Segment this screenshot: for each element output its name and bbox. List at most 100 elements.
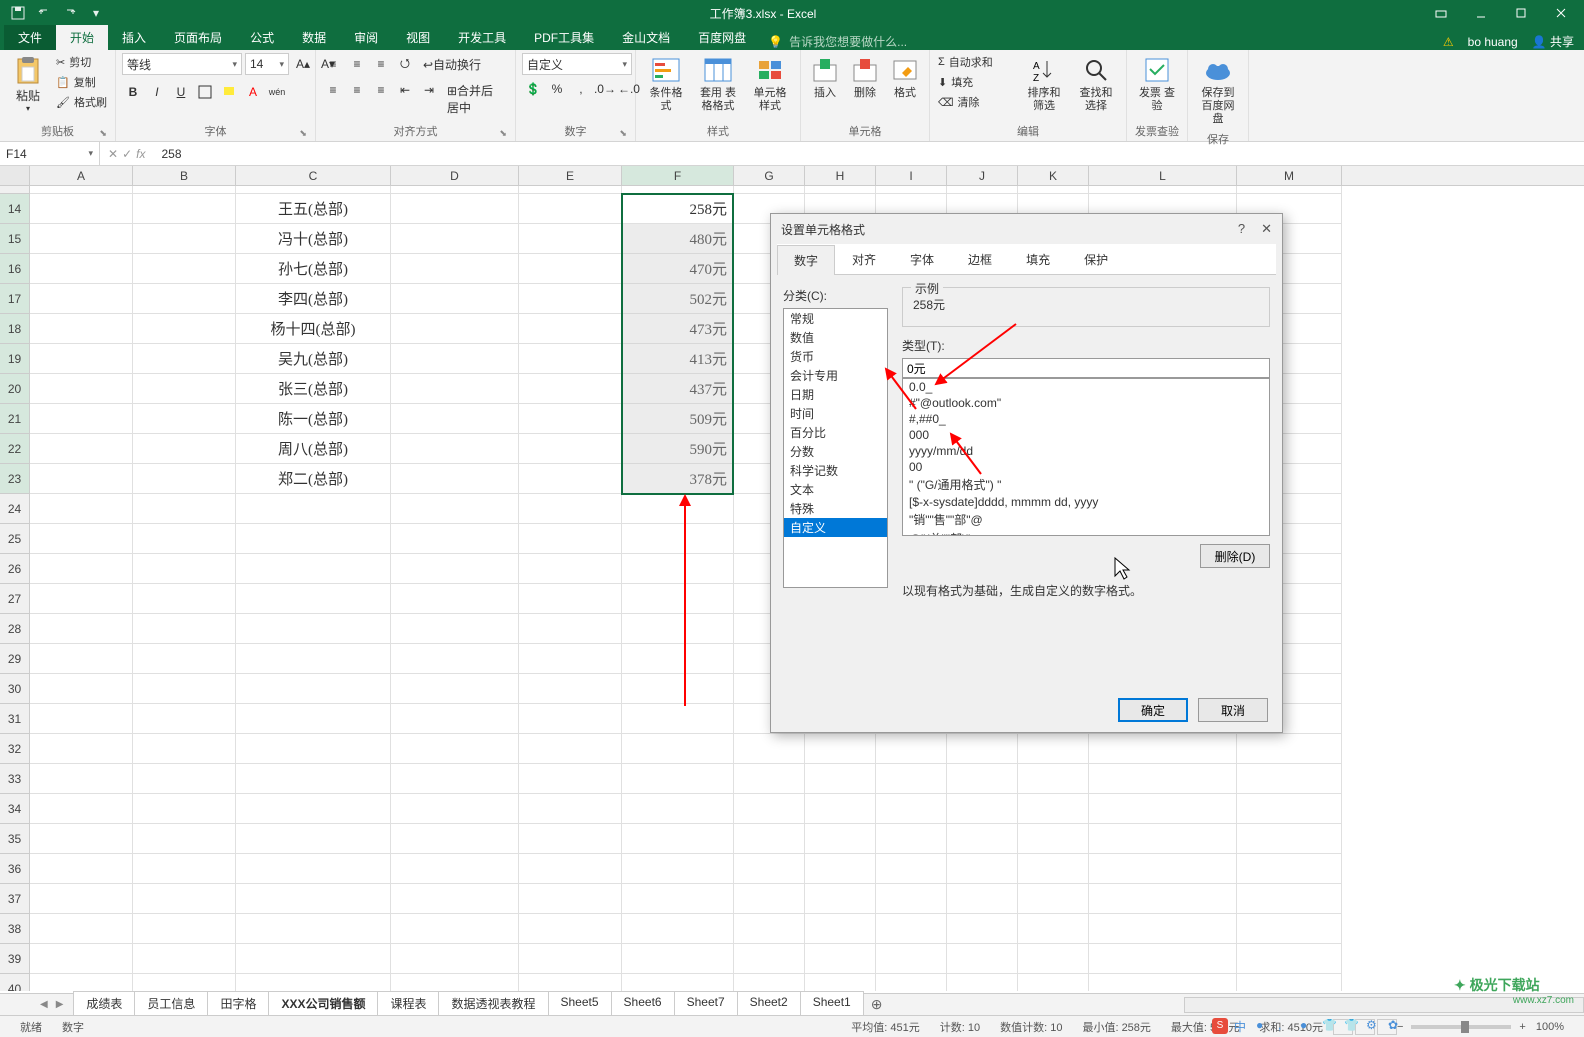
cell-B38[interactable] bbox=[133, 914, 236, 944]
fx-icon[interactable]: fx bbox=[136, 147, 145, 161]
cell-E34[interactable] bbox=[519, 794, 622, 824]
cell-H35[interactable] bbox=[805, 824, 876, 854]
sheet-tab[interactable]: Sheet1 bbox=[800, 991, 864, 1018]
row-header-19[interactable]: 19 bbox=[0, 344, 30, 374]
row-header-22[interactable]: 22 bbox=[0, 434, 30, 464]
cell-B24[interactable] bbox=[133, 494, 236, 524]
category-item[interactable]: 自定义 bbox=[784, 518, 887, 537]
cell-C24[interactable] bbox=[236, 494, 391, 524]
row-header-40[interactable]: 40 bbox=[0, 974, 30, 991]
bold-button[interactable]: B bbox=[122, 81, 144, 103]
cell-L35[interactable] bbox=[1089, 824, 1237, 854]
align-top-icon[interactable]: ≡ bbox=[322, 53, 344, 75]
dialog-tab-0[interactable]: 数字 bbox=[777, 245, 835, 275]
cell-I40[interactable] bbox=[876, 974, 947, 991]
cell-I36[interactable] bbox=[876, 854, 947, 884]
category-item[interactable]: 分数 bbox=[784, 442, 887, 461]
cell-B28[interactable] bbox=[133, 614, 236, 644]
cell-B25[interactable] bbox=[133, 524, 236, 554]
cell-G40[interactable] bbox=[734, 974, 805, 991]
italic-button[interactable]: I bbox=[146, 81, 168, 103]
cell-D15[interactable] bbox=[391, 224, 519, 254]
cell-E40[interactable] bbox=[519, 974, 622, 991]
cell-E37[interactable] bbox=[519, 884, 622, 914]
tab-layout[interactable]: 页面布局 bbox=[160, 25, 236, 50]
cell-D32[interactable] bbox=[391, 734, 519, 764]
cell-F33[interactable] bbox=[622, 764, 734, 794]
cell-G33[interactable] bbox=[734, 764, 805, 794]
cell-B20[interactable] bbox=[133, 374, 236, 404]
increase-indent-icon[interactable]: ⇥ bbox=[418, 79, 440, 101]
tray-icon[interactable]: ● bbox=[1256, 1018, 1272, 1034]
sheet-prev-icon[interactable]: ◀ bbox=[40, 999, 48, 1010]
cell-C18[interactable]: 杨十四(总部) bbox=[236, 314, 391, 344]
delete-cells-button[interactable]: 删除 bbox=[847, 53, 883, 102]
sheet-tab[interactable]: 成绩表 bbox=[73, 991, 135, 1018]
cell-I39[interactable] bbox=[876, 944, 947, 974]
new-sheet-button[interactable]: ⊕ bbox=[863, 996, 891, 1013]
tray-icon[interactable]: ⚙ bbox=[1366, 1018, 1382, 1034]
cell-E16[interactable] bbox=[519, 254, 622, 284]
cell-C33[interactable] bbox=[236, 764, 391, 794]
cell-L37[interactable] bbox=[1089, 884, 1237, 914]
cell-H13[interactable] bbox=[805, 186, 876, 194]
cell-A30[interactable] bbox=[30, 674, 133, 704]
cell-C20[interactable]: 张三(总部) bbox=[236, 374, 391, 404]
cell-C31[interactable] bbox=[236, 704, 391, 734]
cell-J32[interactable] bbox=[947, 734, 1018, 764]
row-header-29[interactable]: 29 bbox=[0, 644, 30, 674]
cell-E21[interactable] bbox=[519, 404, 622, 434]
cell-E26[interactable] bbox=[519, 554, 622, 584]
cell-I32[interactable] bbox=[876, 734, 947, 764]
cell-F23[interactable]: 378元 bbox=[622, 464, 734, 494]
cell-F22[interactable]: 590元 bbox=[622, 434, 734, 464]
row-header-13[interactable] bbox=[0, 186, 30, 194]
undo-icon[interactable] bbox=[36, 5, 52, 21]
cell-B39[interactable] bbox=[133, 944, 236, 974]
dialog-help-icon[interactable]: ? bbox=[1238, 221, 1245, 237]
user-name[interactable]: bo huang bbox=[1468, 35, 1518, 49]
cell-D17[interactable] bbox=[391, 284, 519, 314]
row-header-26[interactable]: 26 bbox=[0, 554, 30, 584]
format-item[interactable]: 000 bbox=[903, 427, 1269, 443]
delete-button[interactable]: 删除(D) bbox=[1200, 544, 1270, 568]
cell-D27[interactable] bbox=[391, 584, 519, 614]
cell-B37[interactable] bbox=[133, 884, 236, 914]
col-header-M[interactable]: M bbox=[1237, 166, 1342, 185]
cell-F26[interactable] bbox=[622, 554, 734, 584]
clear-button[interactable]: ⌫清除 bbox=[936, 93, 1016, 111]
format-listbox[interactable]: 0.0_#"@outlook.com"#,##0_000yyyy/mm/dd00… bbox=[902, 378, 1270, 536]
tell-me-search[interactable]: 💡 告诉我您想要做什么... bbox=[768, 33, 907, 50]
cell-A33[interactable] bbox=[30, 764, 133, 794]
col-header-G[interactable]: G bbox=[734, 166, 805, 185]
cell-K13[interactable] bbox=[1018, 186, 1089, 194]
cell-G32[interactable] bbox=[734, 734, 805, 764]
cell-B34[interactable] bbox=[133, 794, 236, 824]
save-baidu-button[interactable]: 保存到 百度网盘 bbox=[1194, 53, 1242, 129]
cell-M33[interactable] bbox=[1237, 764, 1342, 794]
increase-font-icon[interactable]: A▴ bbox=[292, 53, 314, 75]
name-box[interactable]: F14▾ bbox=[0, 142, 100, 165]
cell-A31[interactable] bbox=[30, 704, 133, 734]
format-item[interactable]: yyyy/mm/dd bbox=[903, 443, 1269, 459]
cell-A17[interactable] bbox=[30, 284, 133, 314]
border-button[interactable] bbox=[194, 81, 216, 103]
cell-A25[interactable] bbox=[30, 524, 133, 554]
cell-A27[interactable] bbox=[30, 584, 133, 614]
format-cells-button[interactable]: 格式 bbox=[887, 53, 923, 102]
cell-K35[interactable] bbox=[1018, 824, 1089, 854]
cell-C15[interactable]: 冯十(总部) bbox=[236, 224, 391, 254]
row-header-23[interactable]: 23 bbox=[0, 464, 30, 494]
cell-C29[interactable] bbox=[236, 644, 391, 674]
cell-B16[interactable] bbox=[133, 254, 236, 284]
cell-C14[interactable]: 王五(总部) bbox=[236, 194, 391, 224]
sheet-tab[interactable]: Sheet6 bbox=[611, 991, 675, 1018]
cell-E14[interactable] bbox=[519, 194, 622, 224]
cell-E15[interactable] bbox=[519, 224, 622, 254]
format-item[interactable]: 00 bbox=[903, 459, 1269, 475]
cell-G39[interactable] bbox=[734, 944, 805, 974]
cell-B36[interactable] bbox=[133, 854, 236, 884]
format-item[interactable]: " ("G/通用格式") " bbox=[903, 475, 1269, 494]
tray-icon[interactable]: 中 bbox=[1234, 1018, 1250, 1034]
cell-B29[interactable] bbox=[133, 644, 236, 674]
